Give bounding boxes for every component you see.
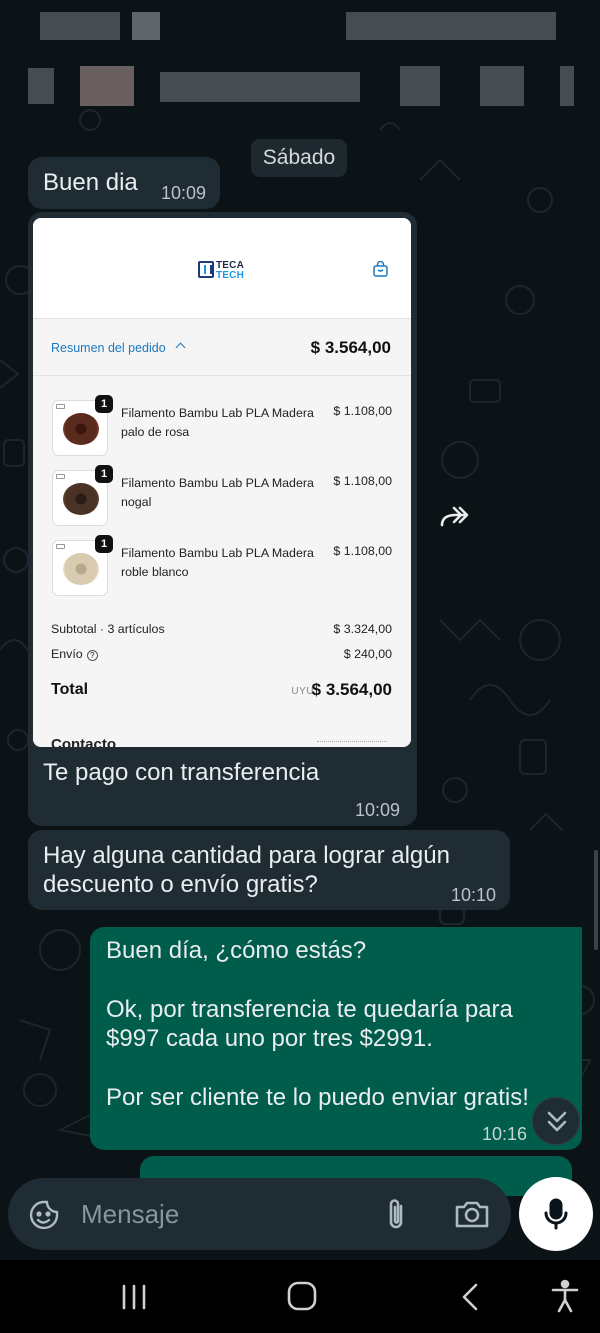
spool-image (63, 483, 99, 515)
message-time: 10:10 (451, 885, 497, 905)
summary-toggle: Resumen del pedido $ 3.564,00 (33, 319, 411, 376)
outgoing-message[interactable]: Buen día, ¿cómo estás? Ok, por transfere… (90, 927, 582, 1150)
store-logo-text-2: TECH (216, 270, 245, 281)
accessibility-icon[interactable] (550, 1279, 580, 1313)
message-text: Por ser cliente te lo puedo enviar grati… (106, 1084, 529, 1111)
chat-header (0, 0, 600, 110)
item-name: Filamento Bambu Lab PLA Madera nogal (121, 476, 314, 509)
paperclip-icon[interactable] (381, 1196, 411, 1232)
shipping-label: Envío (51, 647, 83, 661)
system-navigation-bar (0, 1260, 600, 1333)
message-text: Buen dia (43, 169, 138, 196)
spool-image (63, 553, 99, 585)
order-item: 1 Filamento Bambu Lab PLA Madera roble b… (33, 535, 411, 600)
total-currency: UYU (291, 686, 314, 697)
shipping-value: $ 240,00 (343, 647, 392, 661)
help-icon: ? (86, 650, 98, 661)
order-item: 1 Filamento Bambu Lab PLA Madera palo de… (33, 395, 411, 460)
subtotal-label: Subtotal · 3 artículos (51, 622, 165, 636)
quantity-badge: 1 (95, 465, 113, 483)
checkout-screenshot[interactable]: TECA TECH Resumen del pedido $ 3.564,00 … (33, 218, 411, 747)
microphone-icon (544, 1198, 568, 1230)
quantity-badge: 1 (95, 535, 113, 553)
recent-apps-icon[interactable] (118, 1282, 150, 1312)
double-chevron-down-icon (547, 1111, 567, 1132)
avatar (80, 66, 134, 106)
date-chip: Sábado (251, 139, 347, 177)
message-composer[interactable]: Mensaje (8, 1178, 511, 1250)
incoming-message-1[interactable]: Buen dia 10:09 (28, 157, 220, 209)
total-label: Total (51, 681, 89, 698)
order-item: 1 Filamento Bambu Lab PLA Madera nogal $… (33, 465, 411, 530)
message-time: 10:09 (161, 183, 207, 203)
camera-icon[interactable] (454, 1198, 490, 1230)
incoming-message-3[interactable]: Hay alguna cantidad para lograr algún de… (28, 830, 510, 910)
chevron-up-icon (175, 342, 186, 353)
spool-image (63, 413, 99, 445)
shopping-bag-icon (373, 261, 388, 277)
item-price: $ 1.108,00 (333, 544, 392, 558)
forward-button[interactable] (432, 495, 478, 541)
cut-line (317, 741, 387, 747)
summary-total: $ 3.564,00 (310, 338, 391, 357)
summary-link: Resumen del pedido (51, 341, 166, 355)
home-icon[interactable] (286, 1280, 318, 1312)
message-input[interactable]: Mensaje (81, 1199, 179, 1230)
message-time: 10:09 (355, 800, 401, 820)
forward-icon (440, 506, 469, 527)
item-name: Filamento Bambu Lab PLA Madera roble bla… (121, 546, 314, 579)
message-text: Ok, por transferencia te quedaría para (106, 996, 513, 1023)
message-text: Hay alguna cantidad para lograr algún (43, 842, 450, 869)
scroll-to-bottom-button[interactable] (532, 1097, 580, 1145)
total-value: $ 3.564,00 (311, 680, 392, 699)
store-header: TECA TECH (33, 218, 411, 319)
item-name: Filamento Bambu Lab PLA Madera palo de r… (121, 406, 314, 439)
item-price: $ 1.108,00 (333, 404, 392, 418)
voice-record-button[interactable] (519, 1177, 593, 1251)
message-text: Te pago con transferencia (43, 759, 320, 786)
subtotal-value: $ 3.324,00 (333, 622, 392, 636)
shipping-row: Envío? (51, 647, 98, 661)
message-text: $997 cada uno por tres $2991. (106, 1025, 433, 1052)
message-time: 10:16 (482, 1124, 528, 1144)
item-price: $ 1.108,00 (333, 474, 392, 488)
message-text-line-2: descuento o envío gratis? (43, 871, 318, 898)
sticker-icon[interactable] (27, 1198, 61, 1232)
store-logo-icon (198, 261, 214, 278)
message-text: Buen día, ¿cómo estás? (106, 937, 367, 964)
scrollbar[interactable] (594, 850, 598, 950)
quantity-badge: 1 (95, 395, 113, 413)
back-icon[interactable] (456, 1282, 484, 1312)
contact-heading-cut: Contacto (51, 736, 116, 747)
